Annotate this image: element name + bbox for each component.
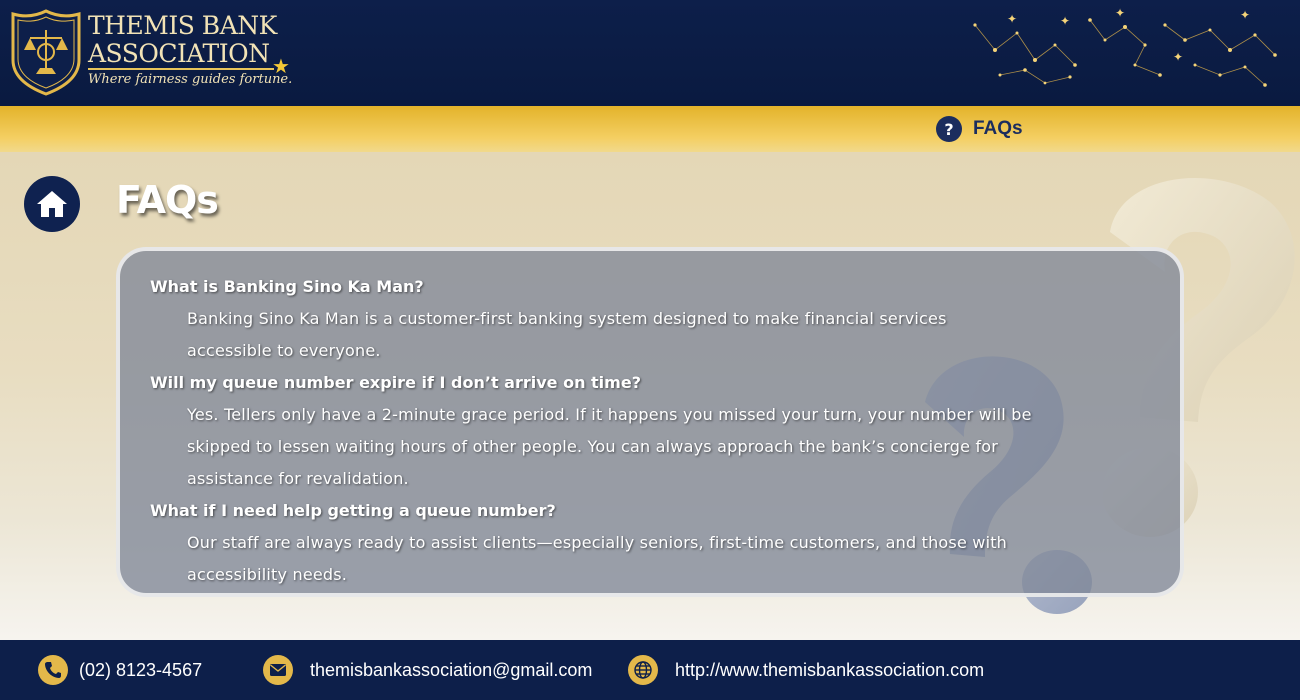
- faq-question: Will my queue number expire if I don’t a…: [150, 373, 641, 392]
- nav-bar: ? FAQs: [0, 106, 1300, 152]
- question-circle-icon: ?: [936, 116, 962, 142]
- faq-answer-line: accessibility needs.: [187, 565, 348, 584]
- svg-text:✦: ✦: [1060, 14, 1070, 28]
- home-icon: [37, 191, 67, 217]
- svg-text:✦: ✦: [1007, 12, 1017, 26]
- brand-name: THEMIS BANK ASSOCIATION: [88, 12, 277, 68]
- faq-answer-line: Banking Sino Ka Man is a customer-first …: [187, 309, 947, 328]
- faq-item: What if I need help getting a queue numb…: [150, 495, 1150, 591]
- faq-question: What if I need help getting a queue numb…: [150, 501, 556, 520]
- nav-item-label: FAQs: [973, 118, 1023, 139]
- faq-item: Will my queue number expire if I don’t a…: [150, 367, 1150, 495]
- faq-question: What is Banking Sino Ka Man?: [150, 277, 424, 296]
- home-button[interactable]: [24, 176, 80, 232]
- phone-icon: [38, 655, 68, 685]
- svg-text:✦: ✦: [1173, 50, 1183, 64]
- brand-tagline: Where fairness guides fortune.: [88, 72, 293, 87]
- faq-answer-line: accessible to everyone.: [187, 341, 381, 360]
- nav-item-faqs[interactable]: ? FAQs: [936, 116, 1023, 142]
- svg-text:✦: ✦: [1240, 8, 1250, 22]
- brand-name-line2: ASSOCIATION: [88, 39, 270, 68]
- faq-panel: What is Banking Sino Ka Man? Banking Sin…: [116, 247, 1184, 597]
- phone-number[interactable]: (02) 8123-4567: [79, 659, 202, 681]
- constellation-decoration-icon: ✦ ✦ ✦ ✦ ✦: [973, 6, 1277, 87]
- website-link[interactable]: http://www.themisbankassociation.com: [675, 659, 984, 681]
- faq-answer-line: Our staff are always ready to assist cli…: [187, 533, 1008, 552]
- faq-answer-line: skipped to lessen waiting hours of other…: [187, 437, 999, 456]
- globe-icon: [628, 655, 658, 685]
- faq-item: What is Banking Sino Ka Man? Banking Sin…: [150, 271, 1150, 367]
- brand-underline: [88, 68, 274, 70]
- email-link[interactable]: themisbankassociation@gmail.com: [310, 659, 592, 681]
- logo-badge-icon[interactable]: [10, 8, 82, 96]
- svg-text:✦: ✦: [1115, 6, 1125, 20]
- main-content: FAQs What is Banking Sino Ka Man? Bankin…: [0, 152, 1300, 640]
- site-footer: (02) 8123-4567 themisbankassociation@gma…: [0, 640, 1300, 700]
- site-header: THEMIS BANK ASSOCIATION ★ Where fairness…: [0, 0, 1300, 106]
- faq-answer-line: Yes. Tellers only have a 2-minute grace …: [187, 405, 1032, 424]
- faq-answer-line: assistance for revalidation.: [187, 469, 409, 488]
- brand-name-line1: THEMIS BANK: [88, 11, 277, 40]
- page-title: FAQs: [116, 178, 219, 222]
- envelope-icon: [263, 655, 293, 685]
